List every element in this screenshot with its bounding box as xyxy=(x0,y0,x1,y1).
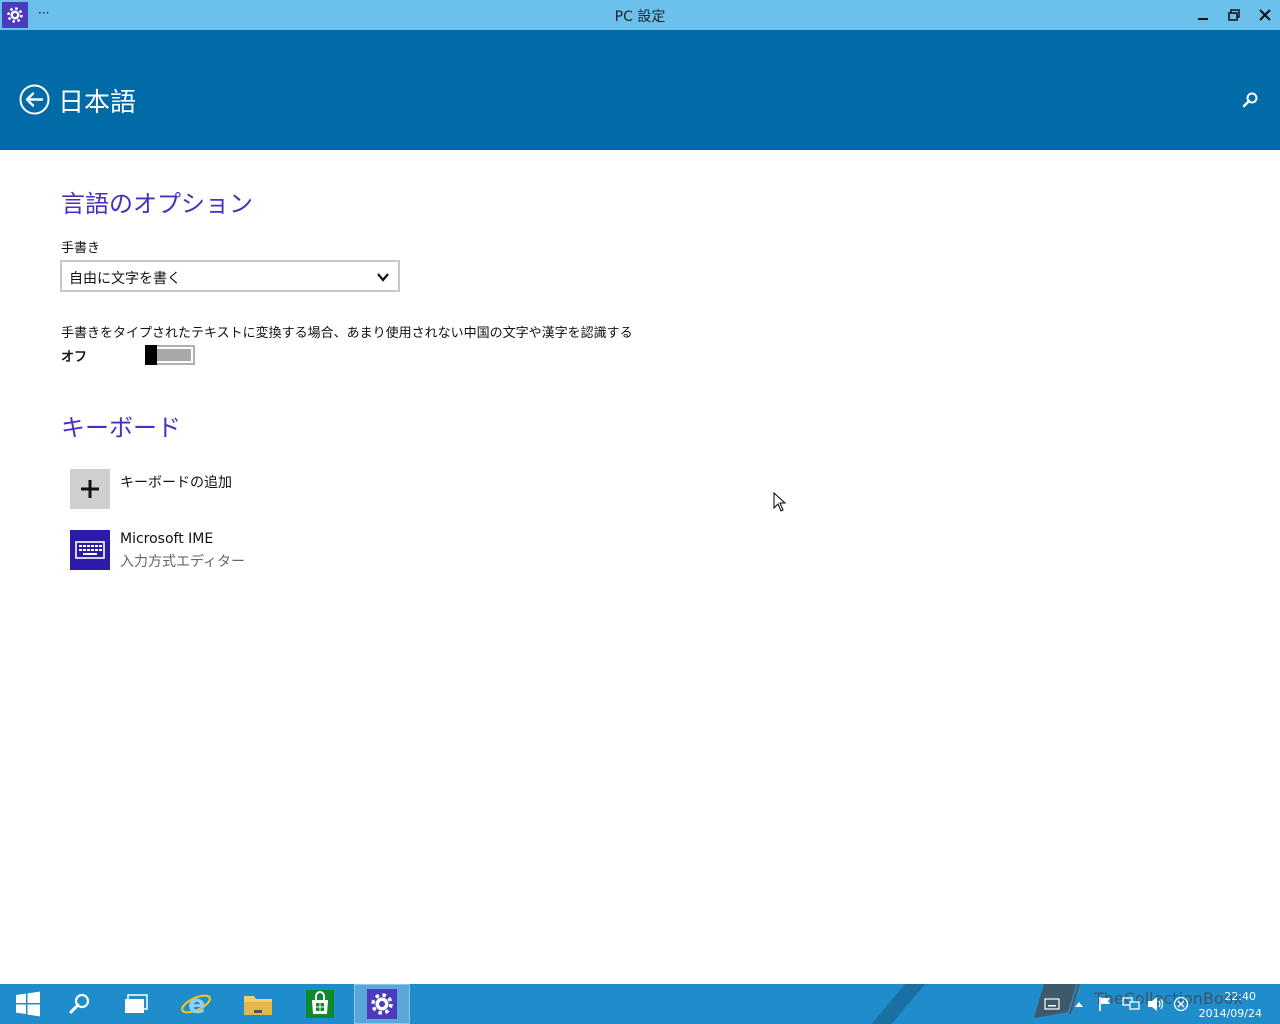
search-taskbar-button[interactable] xyxy=(52,984,108,1024)
back-arrow-icon[interactable] xyxy=(19,84,50,115)
folder-icon xyxy=(244,996,272,1015)
title-bar: ··· PC 設定 xyxy=(0,0,1280,30)
gear-icon xyxy=(367,989,397,1019)
rare-characters-toggle[interactable] xyxy=(145,345,195,365)
handwriting-dropdown-value: 自由に文字を書く xyxy=(69,271,181,287)
tray-clock-date[interactable]: 2014/09/24 xyxy=(1196,1007,1262,1020)
plus-icon xyxy=(70,469,110,509)
page-title: 日本語 xyxy=(58,88,137,118)
task-view-button[interactable] xyxy=(108,984,164,1024)
start-button[interactable] xyxy=(0,984,56,1024)
minimize-button[interactable] xyxy=(1188,0,1218,30)
internet-explorer-button[interactable]: e xyxy=(168,984,224,1024)
mouse-cursor-icon xyxy=(773,492,787,512)
restore-button[interactable] xyxy=(1219,0,1249,30)
windows-logo-icon xyxy=(16,991,40,1017)
show-hidden-icons-icon[interactable] xyxy=(1074,1000,1084,1008)
pc-settings-taskbar-button[interactable] xyxy=(354,984,410,1024)
keyboard-tray-icon[interactable] xyxy=(1044,998,1060,1010)
window-title: PC 設定 xyxy=(614,9,666,25)
background-stripe xyxy=(854,984,926,1024)
ime-off-icon[interactable] xyxy=(1173,996,1189,1012)
rare-characters-toggle-state: オフ xyxy=(61,350,88,365)
keyboard-name: Microsoft IME xyxy=(120,531,214,547)
network-icon[interactable] xyxy=(1122,996,1140,1012)
volume-icon[interactable] xyxy=(1147,996,1165,1012)
search-icon[interactable] xyxy=(1240,90,1260,110)
keyboard-type: 入力方式エディター xyxy=(120,554,246,570)
file-explorer-button[interactable] xyxy=(230,984,286,1024)
svg-text:e: e xyxy=(188,990,206,1020)
rare-characters-description: 手書きをタイプされたテキストに変換する場合、あまり使用されない中国の文字や漢字を… xyxy=(61,326,633,341)
task-view-icon xyxy=(125,994,148,1013)
handwriting-dropdown[interactable]: 自由に文字を書く xyxy=(60,260,400,292)
language-options-heading: 言語のオプション xyxy=(61,190,253,218)
keyboard-icon xyxy=(70,530,110,570)
keyboard-heading: キーボード xyxy=(61,414,181,442)
internet-explorer-icon: e xyxy=(181,990,211,1020)
search-icon xyxy=(69,993,90,1014)
store-button[interactable] xyxy=(292,984,348,1024)
keyboard-list-item[interactable]: Microsoft IME 入力方式エディター xyxy=(70,530,470,572)
taskbar: e TheCollectionBook 22:40 2014/09/24 xyxy=(0,984,1280,1024)
restore-icon xyxy=(1228,9,1240,21)
page-header: 日本語 xyxy=(0,30,1280,150)
handwriting-label: 手書き xyxy=(61,241,101,256)
close-button[interactable] xyxy=(1250,0,1280,30)
chevron-down-icon xyxy=(377,273,389,282)
toggle-thumb[interactable] xyxy=(145,345,157,365)
minimize-icon xyxy=(1198,18,1208,20)
store-icon xyxy=(306,990,334,1018)
add-keyboard-button[interactable]: キーボードの追加 xyxy=(70,469,470,511)
close-icon xyxy=(1259,9,1271,21)
tray-clock-time[interactable]: 22:40 xyxy=(1210,990,1256,1003)
add-keyboard-label: キーボードの追加 xyxy=(120,475,232,491)
action-center-flag-icon[interactable] xyxy=(1098,996,1112,1012)
